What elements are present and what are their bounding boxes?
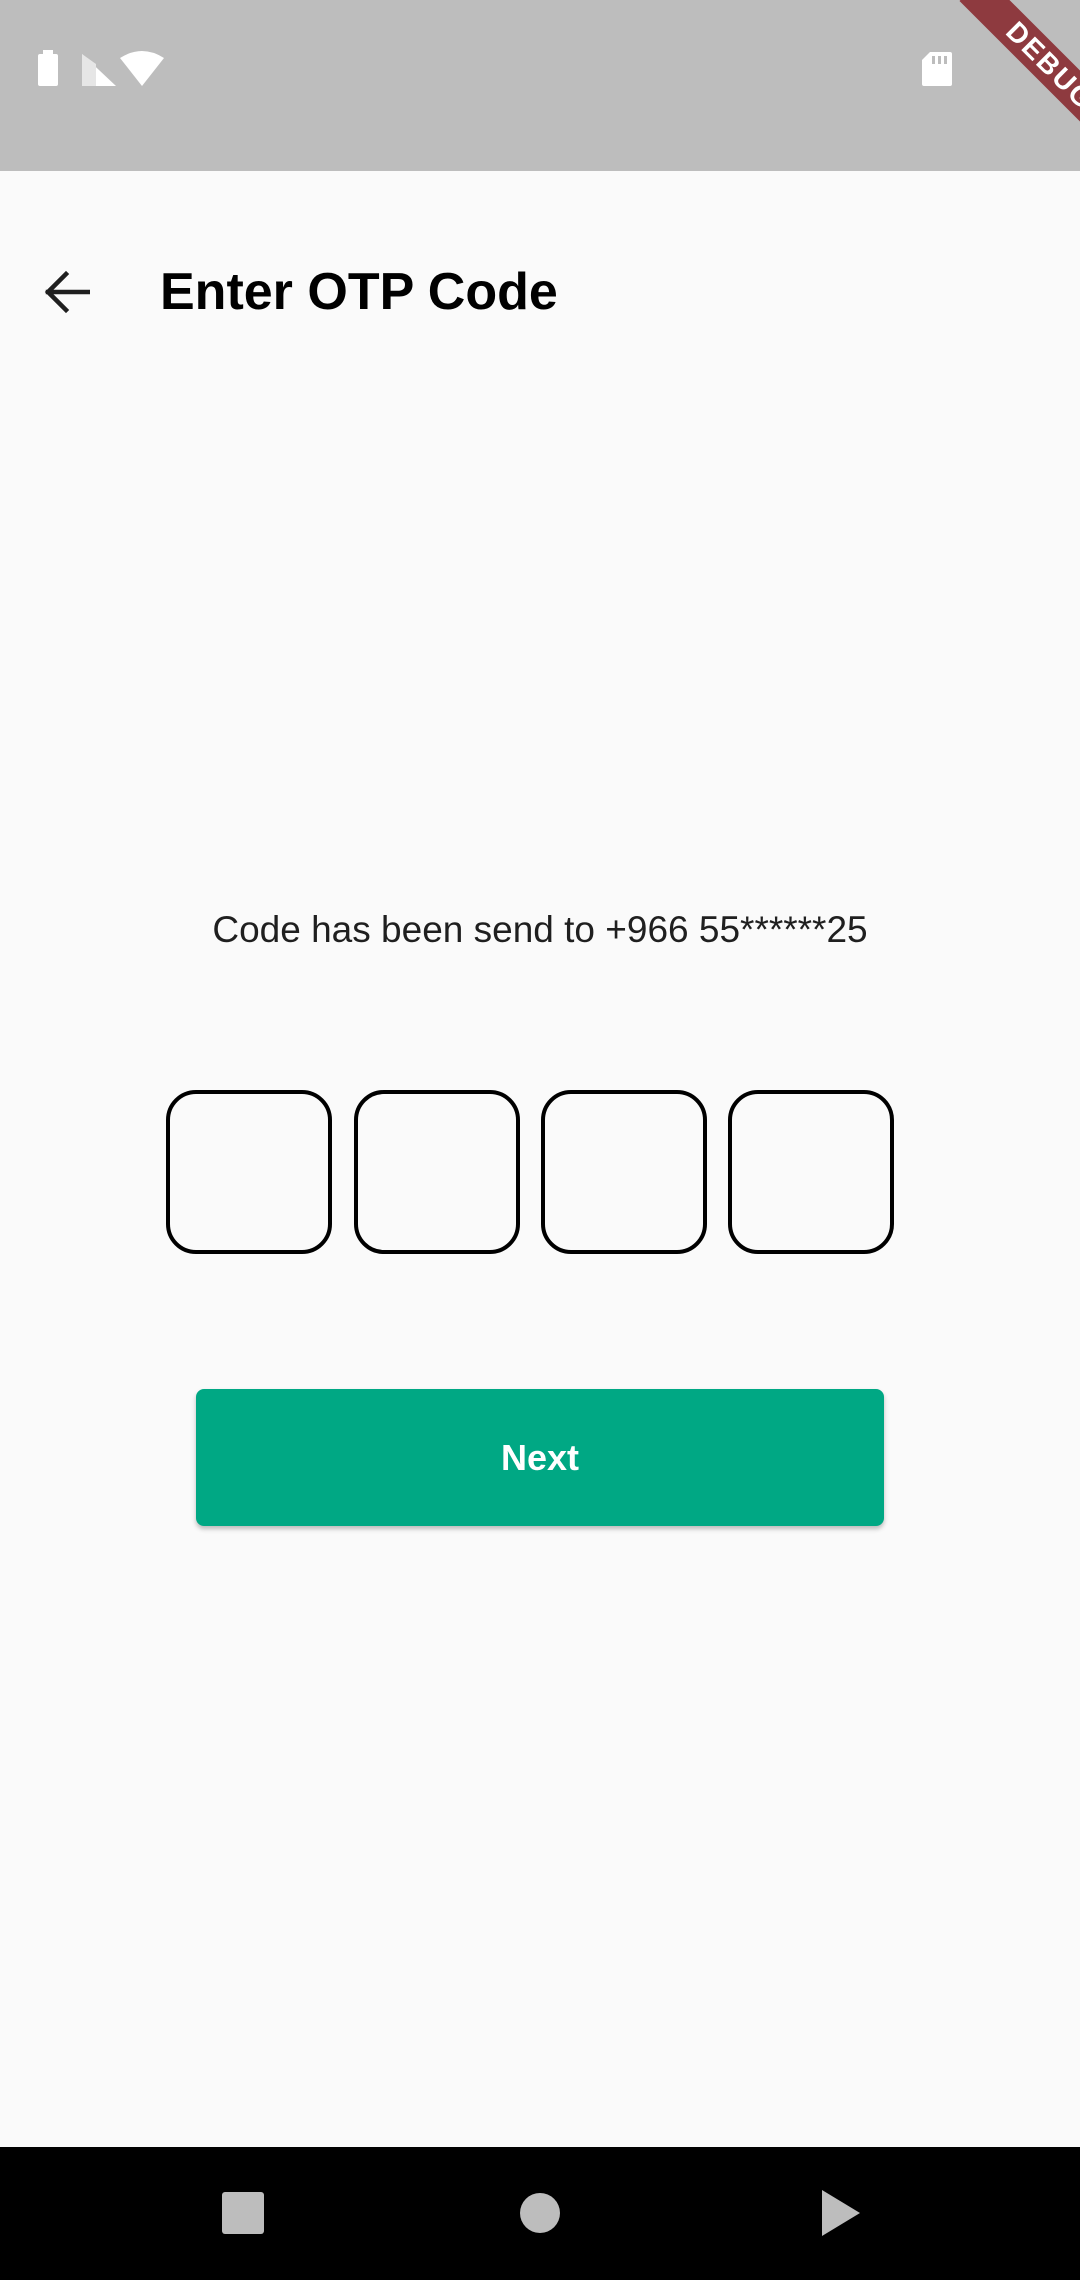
signal-icon bbox=[82, 54, 116, 86]
next-button[interactable]: Next bbox=[196, 1389, 884, 1526]
status-bar: DEBUG bbox=[0, 0, 1080, 171]
home-button[interactable] bbox=[500, 2173, 580, 2253]
debug-banner: DEBUG bbox=[959, 0, 1080, 157]
page-title: Enter OTP Code bbox=[160, 263, 558, 321]
recents-button[interactable] bbox=[203, 2173, 283, 2253]
system-navigation-bar bbox=[0, 2147, 1080, 2280]
otp-sent-message: Code has been send to +966 55******25 bbox=[212, 909, 868, 950]
battery-icon bbox=[38, 50, 58, 86]
home-icon bbox=[520, 2193, 560, 2233]
otp-digit-1-input[interactable] bbox=[166, 1090, 332, 1254]
sd-card-icon bbox=[922, 52, 952, 86]
system-back-button[interactable] bbox=[800, 2173, 880, 2253]
wifi-icon bbox=[120, 51, 164, 86]
arrow-back-icon bbox=[44, 270, 90, 314]
otp-digit-3-input[interactable] bbox=[541, 1090, 707, 1254]
back-button[interactable] bbox=[26, 252, 106, 332]
otp-input-row bbox=[166, 1090, 894, 1254]
recents-icon bbox=[222, 2192, 264, 2234]
back-triangle-icon bbox=[822, 2190, 860, 2236]
otp-digit-4-input[interactable] bbox=[728, 1090, 894, 1254]
otp-digit-2-input[interactable] bbox=[354, 1090, 520, 1254]
